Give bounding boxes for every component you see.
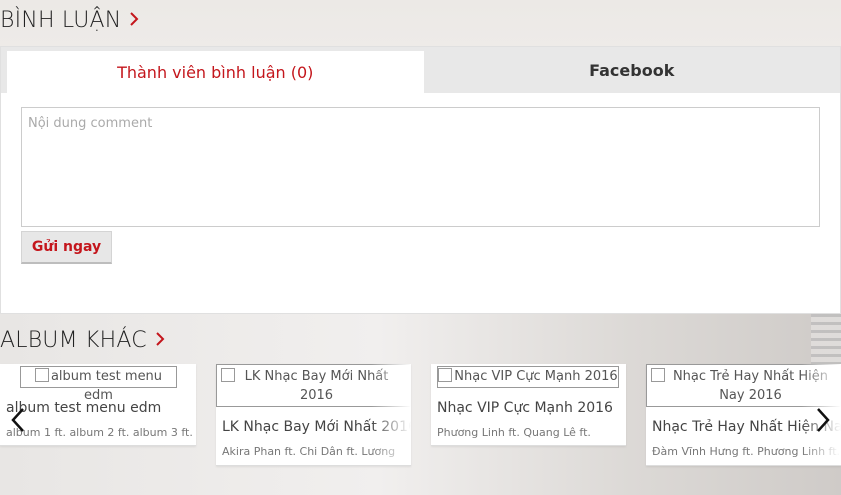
comment-tabs: Thành viên bình luận (0) Facebook xyxy=(1,47,840,93)
comments-title-text: BÌNH LUẬN xyxy=(0,8,122,33)
album-name[interactable]: LK Nhạc Bay Mới Nhất 2016 xyxy=(222,419,411,435)
tab-facebook[interactable]: Facebook xyxy=(424,47,841,93)
album-card[interactable]: Nhạc VIP Cực Mạnh 2016 Nhạc VIP Cực Mạnh… xyxy=(431,364,626,446)
chevron-right-icon[interactable] xyxy=(129,10,139,32)
broken-image-icon xyxy=(34,368,49,382)
chevron-right-icon xyxy=(816,407,830,437)
comment-input[interactable] xyxy=(21,107,820,227)
album-thumb-alt: Nhạc Trẻ Hay Nhất Hiện Nay 2016 xyxy=(672,369,829,403)
album-artists[interactable]: Akira Phan ft. Chi Dân ft. Lương xyxy=(222,445,395,458)
album-thumbnail[interactable]: LK Nhạc Bay Mới Nhất 2016 xyxy=(216,364,411,407)
chevron-left-icon xyxy=(11,407,25,437)
tab-member-comments[interactable]: Thành viên bình luận (0) xyxy=(7,51,424,93)
chevron-right-icon[interactable] xyxy=(155,330,165,352)
albums-section-title: ALBUM KHÁC xyxy=(0,328,165,353)
album-name[interactable]: Nhạc VIP Cực Mạnh 2016 xyxy=(437,400,613,416)
comment-box: Thành viên bình luận (0) Facebook Gửi ng… xyxy=(0,46,841,314)
album-thumbnail[interactable]: album test menu edm xyxy=(20,366,177,403)
album-card[interactable]: LK Nhạc Bay Mới Nhất 2016 LK Nhạc Bay Mớ… xyxy=(216,364,411,466)
album-artists[interactable]: Phương Linh ft. Quang Lê ft. xyxy=(437,426,591,439)
album-thumb-alt: Nhạc VIP Cực Mạnh 2016 xyxy=(454,369,618,384)
broken-image-icon xyxy=(651,368,665,382)
carousel-next-button[interactable] xyxy=(808,404,838,440)
album-artists[interactable]: album 1 ft. album 2 ft. album 3 ft. xyxy=(6,426,193,439)
broken-image-icon xyxy=(221,368,235,382)
submit-comment-button[interactable]: Gửi ngay xyxy=(21,231,112,264)
album-thumbnail[interactable]: Nhạc VIP Cực Mạnh 2016 xyxy=(437,366,619,388)
album-thumb-alt: album test menu edm xyxy=(50,369,163,403)
comments-section-title: BÌNH LUẬN xyxy=(0,8,139,33)
album-thumb-alt: LK Nhạc Bay Mới Nhất 2016 xyxy=(244,369,389,403)
carousel-prev-button[interactable] xyxy=(3,404,33,440)
album-thumbnail[interactable]: Nhạc Trẻ Hay Nhất Hiện Nay 2016 xyxy=(646,364,841,407)
album-artists[interactable]: Đàm Vĩnh Hưng ft. Phương Linh ft. xyxy=(652,445,840,458)
albums-title-text: ALBUM KHÁC xyxy=(0,328,147,353)
broken-image-icon xyxy=(438,368,453,382)
